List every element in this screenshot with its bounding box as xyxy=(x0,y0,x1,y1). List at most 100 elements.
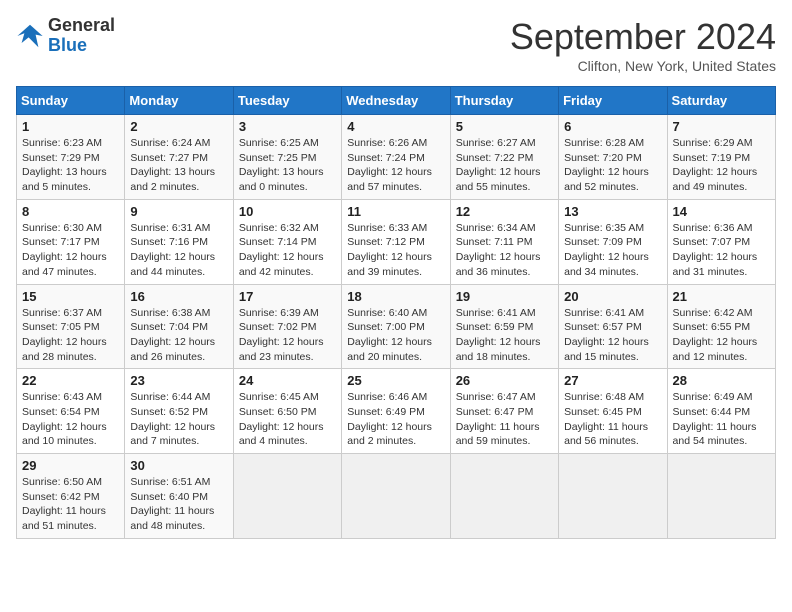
calendar-cell: 16 Sunrise: 6:38 AMSunset: 7:04 PMDayligh… xyxy=(125,284,233,369)
day-info: Sunrise: 6:25 AMSunset: 7:25 PMDaylight:… xyxy=(239,136,336,195)
day-number: 12 xyxy=(456,204,553,219)
day-info: Sunrise: 6:37 AMSunset: 7:05 PMDaylight:… xyxy=(22,306,119,365)
header-day-monday: Monday xyxy=(125,87,233,115)
calendar-cell: 27 Sunrise: 6:48 AMSunset: 6:45 PMDayligh… xyxy=(559,369,667,454)
calendar-cell xyxy=(342,454,450,539)
calendar-cell: 23 Sunrise: 6:44 AMSunset: 6:52 PMDayligh… xyxy=(125,369,233,454)
day-info: Sunrise: 6:44 AMSunset: 6:52 PMDaylight:… xyxy=(130,390,227,449)
day-number: 3 xyxy=(239,119,336,134)
day-number: 22 xyxy=(22,373,119,388)
calendar-cell: 3 Sunrise: 6:25 AMSunset: 7:25 PMDaylight… xyxy=(233,115,341,200)
day-info: Sunrise: 6:51 AMSunset: 6:40 PMDaylight:… xyxy=(130,475,227,534)
day-info: Sunrise: 6:49 AMSunset: 6:44 PMDaylight:… xyxy=(673,390,770,449)
calendar-table: SundayMondayTuesdayWednesdayThursdayFrid… xyxy=(16,86,776,539)
day-number: 24 xyxy=(239,373,336,388)
day-number: 30 xyxy=(130,458,227,473)
day-info: Sunrise: 6:31 AMSunset: 7:16 PMDaylight:… xyxy=(130,221,227,280)
day-number: 25 xyxy=(347,373,444,388)
logo-text: General Blue xyxy=(48,16,115,56)
week-row-0: 1 Sunrise: 6:23 AMSunset: 7:29 PMDaylight… xyxy=(17,115,776,200)
day-info: Sunrise: 6:23 AMSunset: 7:29 PMDaylight:… xyxy=(22,136,119,195)
calendar-cell: 29 Sunrise: 6:50 AMSunset: 6:42 PMDayligh… xyxy=(17,454,125,539)
calendar-cell: 6 Sunrise: 6:28 AMSunset: 7:20 PMDaylight… xyxy=(559,115,667,200)
calendar-cell: 21 Sunrise: 6:42 AMSunset: 6:55 PMDayligh… xyxy=(667,284,775,369)
calendar-cell: 9 Sunrise: 6:31 AMSunset: 7:16 PMDaylight… xyxy=(125,199,233,284)
calendar-cell: 8 Sunrise: 6:30 AMSunset: 7:17 PMDaylight… xyxy=(17,199,125,284)
day-info: Sunrise: 6:36 AMSunset: 7:07 PMDaylight:… xyxy=(673,221,770,280)
logo-icon xyxy=(16,22,44,50)
day-info: Sunrise: 6:34 AMSunset: 7:11 PMDaylight:… xyxy=(456,221,553,280)
title-block: September 2024 Clifton, New York, United… xyxy=(510,16,776,74)
day-info: Sunrise: 6:38 AMSunset: 7:04 PMDaylight:… xyxy=(130,306,227,365)
day-info: Sunrise: 6:28 AMSunset: 7:20 PMDaylight:… xyxy=(564,136,661,195)
day-info: Sunrise: 6:46 AMSunset: 6:49 PMDaylight:… xyxy=(347,390,444,449)
day-number: 28 xyxy=(673,373,770,388)
day-info: Sunrise: 6:24 AMSunset: 7:27 PMDaylight:… xyxy=(130,136,227,195)
calendar-cell: 28 Sunrise: 6:49 AMSunset: 6:44 PMDayligh… xyxy=(667,369,775,454)
week-row-2: 15 Sunrise: 6:37 AMSunset: 7:05 PMDayligh… xyxy=(17,284,776,369)
calendar-cell: 10Sunrise: 6:32 AMSunset: 7:14 PMDayligh… xyxy=(233,199,341,284)
day-number: 9 xyxy=(130,204,227,219)
day-number: 23 xyxy=(130,373,227,388)
day-info: Sunrise: 6:26 AMSunset: 7:24 PMDaylight:… xyxy=(347,136,444,195)
calendar-cell xyxy=(667,454,775,539)
day-number: 10 xyxy=(239,204,336,219)
day-number: 7 xyxy=(673,119,770,134)
day-number: 4 xyxy=(347,119,444,134)
day-info: Sunrise: 6:42 AMSunset: 6:55 PMDaylight:… xyxy=(673,306,770,365)
day-number: 29 xyxy=(22,458,119,473)
day-info: Sunrise: 6:41 AMSunset: 6:57 PMDaylight:… xyxy=(564,306,661,365)
header-day-sunday: Sunday xyxy=(17,87,125,115)
day-number: 8 xyxy=(22,204,119,219)
month-title: September 2024 xyxy=(510,16,776,58)
day-number: 13 xyxy=(564,204,661,219)
day-number: 16 xyxy=(130,289,227,304)
day-number: 21 xyxy=(673,289,770,304)
calendar-cell: 11 Sunrise: 6:33 AMSunset: 7:12 PMDayligh… xyxy=(342,199,450,284)
calendar-cell: 7 Sunrise: 6:29 AMSunset: 7:19 PMDaylight… xyxy=(667,115,775,200)
day-info: Sunrise: 6:27 AMSunset: 7:22 PMDaylight:… xyxy=(456,136,553,195)
day-info: Sunrise: 6:47 AMSunset: 6:47 PMDaylight:… xyxy=(456,390,553,449)
header-day-thursday: Thursday xyxy=(450,87,558,115)
header-day-friday: Friday xyxy=(559,87,667,115)
calendar-cell: 25 Sunrise: 6:46 AMSunset: 6:49 PMDayligh… xyxy=(342,369,450,454)
day-number: 27 xyxy=(564,373,661,388)
calendar-cell: 4 Sunrise: 6:26 AMSunset: 7:24 PMDaylight… xyxy=(342,115,450,200)
day-number: 26 xyxy=(456,373,553,388)
day-number: 19 xyxy=(456,289,553,304)
day-info: Sunrise: 6:43 AMSunset: 6:54 PMDaylight:… xyxy=(22,390,119,449)
day-info: Sunrise: 6:40 AMSunset: 7:00 PMDaylight:… xyxy=(347,306,444,365)
calendar-cell: 22 Sunrise: 6:43 AMSunset: 6:54 PMDayligh… xyxy=(17,369,125,454)
day-number: 11 xyxy=(347,204,444,219)
day-number: 20 xyxy=(564,289,661,304)
header-day-tuesday: Tuesday xyxy=(233,87,341,115)
day-number: 14 xyxy=(673,204,770,219)
day-info: Sunrise: 6:30 AMSunset: 7:17 PMDaylight:… xyxy=(22,221,119,280)
day-info: Sunrise: 6:41 AMSunset: 6:59 PMDaylight:… xyxy=(456,306,553,365)
day-number: 6 xyxy=(564,119,661,134)
day-info: Sunrise: 6:39 AMSunset: 7:02 PMDaylight:… xyxy=(239,306,336,365)
calendar-cell: 14 Sunrise: 6:36 AMSunset: 7:07 PMDayligh… xyxy=(667,199,775,284)
calendar-cell: 12 Sunrise: 6:34 AMSunset: 7:11 PMDayligh… xyxy=(450,199,558,284)
header-day-wednesday: Wednesday xyxy=(342,87,450,115)
day-number: 15 xyxy=(22,289,119,304)
day-number: 17 xyxy=(239,289,336,304)
week-row-3: 22 Sunrise: 6:43 AMSunset: 6:54 PMDayligh… xyxy=(17,369,776,454)
day-info: Sunrise: 6:33 AMSunset: 7:12 PMDaylight:… xyxy=(347,221,444,280)
calendar-cell: 24Sunrise: 6:45 AMSunset: 6:50 PMDayligh… xyxy=(233,369,341,454)
day-info: Sunrise: 6:35 AMSunset: 7:09 PMDaylight:… xyxy=(564,221,661,280)
calendar-cell xyxy=(559,454,667,539)
calendar-cell: 5Sunrise: 6:27 AMSunset: 7:22 PMDaylight… xyxy=(450,115,558,200)
logo: General Blue xyxy=(16,16,115,56)
calendar-cell xyxy=(450,454,558,539)
calendar-cell: 18Sunrise: 6:40 AMSunset: 7:00 PMDayligh… xyxy=(342,284,450,369)
day-number: 2 xyxy=(130,119,227,134)
day-info: Sunrise: 6:29 AMSunset: 7:19 PMDaylight:… xyxy=(673,136,770,195)
calendar-cell: 17 Sunrise: 6:39 AMSunset: 7:02 PMDayligh… xyxy=(233,284,341,369)
calendar-cell: 19 Sunrise: 6:41 AMSunset: 6:59 PMDayligh… xyxy=(450,284,558,369)
day-info: Sunrise: 6:48 AMSunset: 6:45 PMDaylight:… xyxy=(564,390,661,449)
header-row: SundayMondayTuesdayWednesdayThursdayFrid… xyxy=(17,87,776,115)
day-number: 1 xyxy=(22,119,119,134)
week-row-1: 8 Sunrise: 6:30 AMSunset: 7:17 PMDaylight… xyxy=(17,199,776,284)
day-info: Sunrise: 6:50 AMSunset: 6:42 PMDaylight:… xyxy=(22,475,119,534)
